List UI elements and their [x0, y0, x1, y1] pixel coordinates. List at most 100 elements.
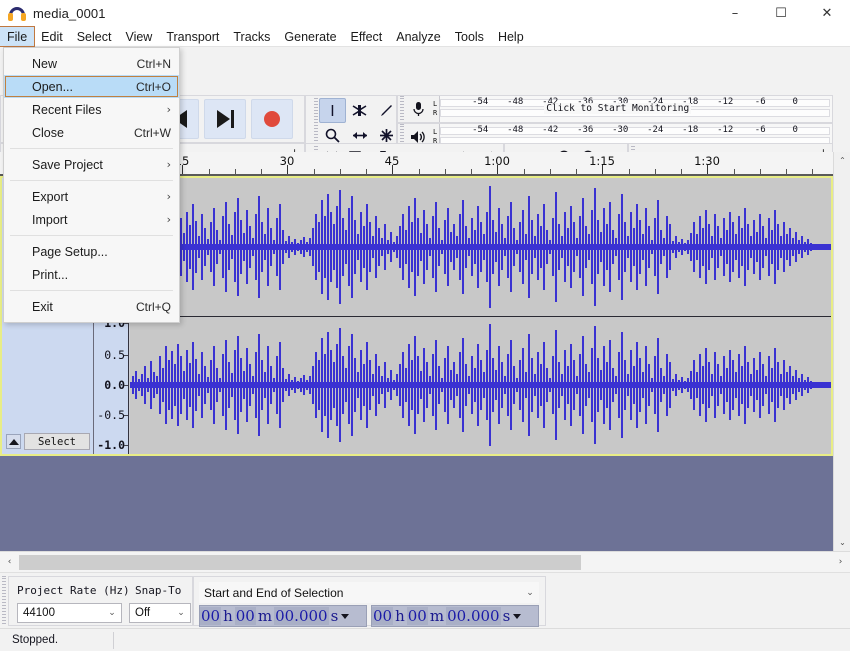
meter-tick: -42	[542, 125, 559, 135]
menu-item-shortcut: Ctrl+W	[134, 125, 171, 140]
audacity-headphones-icon	[8, 5, 26, 23]
menu-item-label: Close	[32, 125, 64, 140]
menu-help[interactable]: Help	[491, 27, 531, 46]
minutes-unit-label: m	[429, 607, 445, 625]
menu-item-label: Open...	[32, 79, 73, 94]
menu-edit[interactable]: Edit	[34, 27, 70, 46]
menu-item-label: Exit	[32, 299, 53, 314]
select-button[interactable]: Select	[24, 433, 90, 450]
waveform-svg	[130, 178, 831, 316]
channel-l-label: L	[433, 100, 438, 108]
scroll-left-icon[interactable]: ‹	[0, 553, 19, 572]
meter-tick: -12	[717, 125, 734, 135]
maximize-icon[interactable]: ☐	[758, 0, 804, 27]
waveform-left-channel[interactable]	[130, 178, 831, 316]
scroll-up-icon[interactable]: ⌃	[834, 152, 850, 169]
meter-tick: -12	[717, 97, 734, 107]
envelope-tool[interactable]	[346, 98, 373, 123]
chevron-right-icon: ›	[166, 190, 171, 203]
menu-item-save-project[interactable]: Save Project ›	[4, 153, 179, 176]
status-bar: Stopped.	[0, 628, 850, 651]
menu-separator	[10, 180, 173, 181]
horizontal-scrollbar[interactable]: ‹ ›	[0, 551, 850, 572]
menu-file[interactable]: File	[0, 26, 36, 47]
vertical-scrollbar[interactable]: ⌃ ⌄	[833, 152, 850, 551]
click-to-start-monitoring-label[interactable]: Click to Start Monitoring	[544, 103, 692, 114]
project-rate-select[interactable]: 44100 ⌄	[17, 603, 122, 623]
menu-item-print[interactable]: Print...	[4, 263, 179, 286]
menu-item-export[interactable]: Export ›	[4, 185, 179, 208]
selection-tool[interactable]: I	[319, 98, 346, 123]
scrollbar-trough[interactable]	[19, 554, 831, 570]
menu-item-label: Print...	[32, 267, 69, 282]
chevron-down-icon[interactable]	[341, 613, 350, 619]
menu-item-label: Recent Files	[32, 102, 102, 117]
recording-meter-toolbar[interactable]: L R -54 -48 -42 -36 -30 -24 -18 -12 -6 0…	[397, 95, 833, 123]
menu-generate[interactable]: Generate	[277, 27, 343, 46]
menu-tracks[interactable]: Tracks	[226, 27, 277, 46]
scrollbar-thumb[interactable]	[19, 554, 581, 570]
vruler-label: -0.5	[97, 408, 125, 422]
selection-toolbar: Project Rate (Hz) Snap-To 44100 ⌄ Off ⌄ …	[0, 572, 850, 628]
selection-start-time-field[interactable]: 00 h 00 m 00.000 s	[199, 605, 367, 627]
menu-analyze[interactable]: Analyze	[389, 27, 447, 46]
chevron-down-icon[interactable]	[513, 613, 522, 619]
hours-unit-label: h	[223, 607, 233, 625]
selection-end-time-field[interactable]: 00 h 00 m 00.000 s	[371, 605, 539, 627]
triangle-up-icon[interactable]	[6, 434, 21, 449]
menu-item-exit[interactable]: Exit Ctrl+Q	[4, 295, 179, 318]
menu-view[interactable]: View	[118, 27, 159, 46]
end-seconds-value: 00.000	[446, 607, 501, 625]
vruler-label: 0.0	[104, 378, 125, 392]
scroll-down-icon[interactable]: ⌄	[834, 534, 850, 551]
snap-to-label: Snap-To	[135, 584, 182, 597]
menu-effect[interactable]: Effect	[344, 27, 390, 46]
menu-separator	[10, 235, 173, 236]
chevron-right-icon: ›	[166, 213, 171, 226]
timeline-ticks: 15 30 45 1:00 1:15 1:30	[100, 152, 833, 174]
start-hours-value: 00	[200, 607, 222, 625]
menu-tools[interactable]: Tools	[448, 27, 491, 46]
meter-tick: -48	[507, 125, 524, 135]
status-divider	[113, 631, 115, 649]
meter-tick: -48	[507, 97, 524, 107]
project-rate-value: 44100	[23, 607, 55, 619]
menu-separator	[10, 290, 173, 291]
menu-item-label: Import	[32, 212, 68, 227]
menu-item-label: New	[32, 56, 58, 71]
toolbar-grip[interactable]	[398, 96, 405, 122]
menu-item-label: Save Project	[32, 157, 103, 172]
file-menu-dropdown[interactable]: New Ctrl+N Open... Ctrl+O Recent Files ›…	[3, 47, 180, 323]
start-minutes-value: 00	[234, 607, 256, 625]
menu-item-page-setup[interactable]: Page Setup...	[4, 240, 179, 263]
waveform-right-channel[interactable]	[130, 317, 831, 454]
menu-select[interactable]: Select	[70, 27, 119, 46]
meter-tick: -54	[472, 97, 489, 107]
chevron-down-icon: ⌄	[177, 608, 185, 618]
menu-item-close[interactable]: Close Ctrl+W	[4, 121, 179, 144]
meter-tick: -6	[754, 97, 766, 107]
menu-item-new[interactable]: New Ctrl+N	[4, 52, 179, 75]
menu-item-shortcut: Ctrl+N	[136, 56, 171, 71]
recording-meter-scale[interactable]: -54 -48 -42 -36 -30 -24 -18 -12 -6 0 Cli…	[439, 96, 832, 122]
draw-tool[interactable]	[373, 98, 400, 123]
toolbar-grip[interactable]	[0, 576, 7, 626]
record-button[interactable]	[251, 99, 293, 139]
menu-transport[interactable]: Transport	[159, 27, 226, 46]
end-minutes-value: 00	[406, 607, 428, 625]
skip-to-end-button[interactable]	[204, 99, 246, 139]
snap-to-select[interactable]: Off ⌄	[129, 603, 191, 623]
menu-item-open[interactable]: Open... Ctrl+O	[4, 75, 179, 98]
menu-item-recent-files[interactable]: Recent Files ›	[4, 98, 179, 121]
selection-mode-select[interactable]: Start and End of Selection ⌄	[199, 582, 539, 603]
toolbar-grip[interactable]	[312, 96, 319, 150]
scroll-right-icon[interactable]: ›	[831, 553, 850, 572]
track-select-row: Select	[6, 433, 90, 450]
menu-item-import[interactable]: Import ›	[4, 208, 179, 231]
minimize-icon[interactable]: –	[712, 0, 758, 27]
end-hours-value: 00	[372, 607, 394, 625]
close-icon[interactable]: ✕	[804, 0, 850, 27]
chevron-right-icon: ›	[166, 158, 171, 171]
microphone-icon	[405, 96, 431, 122]
meter-tick: -24	[647, 125, 664, 135]
